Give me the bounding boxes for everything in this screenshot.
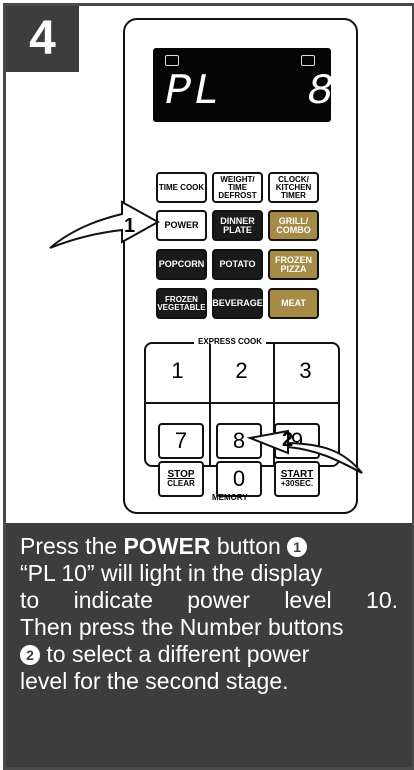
number-8-button[interactable]: 8 <box>216 423 262 459</box>
frozen-vegetable-button[interactable]: FROZEN VEGETABLE <box>156 288 207 319</box>
stop-clear-button[interactable]: STOP CLEAR <box>158 461 204 497</box>
grill-combo-button[interactable]: GRILL/ COMBO <box>268 210 319 241</box>
plus-30-sec-label: +30SEC. <box>280 479 314 489</box>
number-1-button[interactable]: 1 <box>146 358 209 384</box>
express-cook-label: EXPRESS COOK <box>194 337 267 346</box>
dinner-plate-button[interactable]: DINNER PLATE <box>212 210 263 241</box>
caption-line-3: to indicate power level 10. <box>20 587 398 613</box>
number-2-button[interactable]: 2 <box>210 358 273 384</box>
numpad-divider <box>146 402 338 404</box>
number-7-button[interactable]: 7 <box>158 423 204 459</box>
led-display: PL 8 <box>153 48 336 122</box>
display-readout: PL 8 <box>165 67 336 117</box>
frozen-pizza-button[interactable]: FROZEN PIZZA <box>268 249 319 280</box>
caption-line-5: 2 to select a different power <box>20 641 398 668</box>
food-icon <box>301 55 315 66</box>
marker-1-icon: 1 <box>287 537 308 557</box>
caption-power-word: POWER <box>123 533 211 559</box>
power-button[interactable]: POWER <box>156 210 207 241</box>
number-9-button[interactable]: 9 <box>274 423 320 459</box>
start-30sec-button[interactable]: START +30SEC. <box>274 461 320 497</box>
memory-label: MEMORY <box>212 493 248 502</box>
beverage-button[interactable]: BEVERAGE <box>212 288 263 319</box>
potato-button[interactable]: POTATO <box>212 249 263 280</box>
caption-line-4: Then press the Number buttons <box>20 614 344 640</box>
page: 4 PL 8 TIME COOK WEIGHT/ TIME DEFROST CL… <box>0 0 414 770</box>
clock-kitchen-timer-button[interactable]: CLOCK/ KITCHEN TIMER <box>268 172 319 203</box>
caption-text: to select a different power <box>40 641 310 667</box>
instruction-caption: Press the POWER button 1 “PL 10” will li… <box>6 523 412 767</box>
popcorn-button[interactable]: POPCORN <box>156 249 207 280</box>
caption-line-2: “PL 10” will light in the display <box>20 560 323 586</box>
caption-text: button <box>210 533 288 559</box>
time-cook-button[interactable]: TIME COOK <box>156 172 207 203</box>
clear-label: CLEAR <box>167 479 195 489</box>
caption-line-1: Press the POWER button 1 <box>20 533 398 560</box>
number-0-button[interactable]: 0 <box>216 461 262 497</box>
caption-text: Press the <box>20 533 124 559</box>
step-number-badge: 4 <box>6 6 79 72</box>
instruction-card: 4 PL 8 TIME COOK WEIGHT/ TIME DEFROST CL… <box>3 3 414 770</box>
meat-button[interactable]: MEAT <box>268 288 319 319</box>
weight-time-defrost-button[interactable]: WEIGHT/ TIME DEFROST <box>212 172 263 203</box>
microwave-control-panel: PL 8 TIME COOK WEIGHT/ TIME DEFROST CLOC… <box>123 18 358 514</box>
caption-line-6: level for the second stage. <box>20 668 289 694</box>
number-3-button[interactable]: 3 <box>274 358 337 384</box>
marker-2-icon: 2 <box>20 645 40 665</box>
oven-icon <box>165 55 179 66</box>
